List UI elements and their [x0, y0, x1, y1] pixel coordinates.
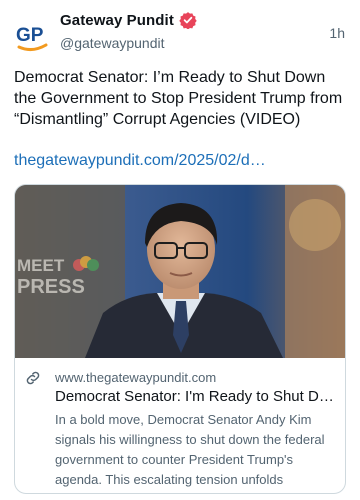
gateway-pundit-logo: GP — [16, 25, 48, 52]
logo-text: GP — [16, 25, 44, 46]
post[interactable]: GP Gateway Pundit @gatewaypundit 1h Demo… — [0, 0, 360, 500]
card-domain: www.thegatewaypundit.com — [55, 370, 217, 385]
svg-text:PRESS: PRESS — [17, 276, 85, 298]
author-name[interactable]: Gateway Pundit — [60, 12, 174, 29]
card-meta[interactable]: www.thegatewaypundit.com Democrat Senato… — [15, 358, 345, 493]
avatar[interactable]: GP — [13, 17, 51, 55]
author-handle[interactable]: @gatewaypundit — [60, 35, 165, 51]
card-image[interactable]: MEET PRESS — [15, 185, 345, 358]
author-row: Gateway Pundit — [60, 11, 197, 29]
link-icon — [24, 369, 42, 387]
post-text: Democrat Senator: I’m Ready to Shut Down… — [14, 69, 343, 128]
meet-the-press-text: MEET — [17, 256, 65, 275]
card-title[interactable]: Democrat Senator: I'm Ready to Shut Down… — [55, 388, 335, 405]
verified-badge-icon — [179, 11, 197, 29]
post-timestamp[interactable]: 1h — [329, 25, 345, 41]
link-preview-card[interactable]: MEET PRESS www.thegatewaypundit.com Demo… — [14, 184, 346, 494]
card-description: In a bold move, Democrat Senator Andy Ki… — [55, 412, 325, 487]
post-link[interactable]: thegatewaypundit.com/2025/02/d… — [14, 150, 266, 171]
